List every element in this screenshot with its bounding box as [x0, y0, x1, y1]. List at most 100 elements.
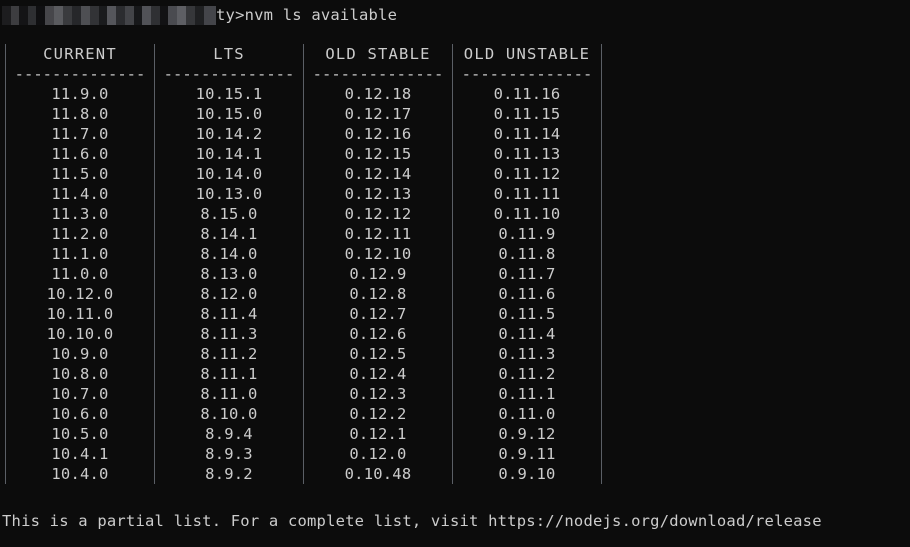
table-row: 10.5.0 8.9.4 0.12.1 0.9.12 [0, 424, 910, 444]
command-prompt-line: ty>nvm ls available [2, 5, 397, 25]
cell-current: 10.10.0 [46, 325, 114, 343]
cell-old-stable: 0.12.7 [349, 305, 407, 323]
cell-lts: 8.9.4 [205, 425, 253, 443]
cell-old-stable: 0.12.13 [344, 185, 412, 203]
cell-lts: 8.11.2 [200, 345, 258, 363]
cell-old-unstable: 0.9.10 [498, 465, 556, 483]
table-row: 11.1.0 8.14.0 0.12.10 0.11.8 [0, 244, 910, 264]
cell-lts: 8.13.0 [200, 265, 258, 283]
table-divider-row: -------------- -------------- ----------… [0, 64, 910, 84]
column-header-old-unstable: OLD UNSTABLE [463, 45, 591, 63]
cell-lts: 10.13.0 [195, 185, 263, 203]
table-row: 11.2.0 8.14.1 0.12.11 0.11.9 [0, 224, 910, 244]
cell-lts: 8.14.0 [200, 245, 258, 263]
cell-current: 10.8.0 [51, 365, 109, 383]
table-border-right [601, 204, 602, 224]
table-border-right [601, 444, 602, 464]
divider-current: -------------- [14, 65, 146, 83]
cell-old-stable: 0.12.2 [349, 405, 407, 423]
table-row: 10.7.0 8.11.0 0.12.3 0.11.1 [0, 384, 910, 404]
cell-old-unstable: 0.9.11 [498, 445, 556, 463]
table-border-right [601, 284, 602, 304]
cell-current: 11.4.0 [51, 185, 109, 203]
cell-old-stable: 0.12.14 [344, 165, 412, 183]
cell-current: 11.3.0 [51, 205, 109, 223]
table-border-right [601, 364, 602, 384]
cell-old-stable: 0.12.10 [344, 245, 412, 263]
table-row: 10.11.0 8.11.4 0.12.7 0.11.5 [0, 304, 910, 324]
table-row: 10.4.1 8.9.3 0.12.0 0.9.11 [0, 444, 910, 464]
cell-old-unstable: 0.11.3 [498, 345, 556, 363]
table-border-right [601, 104, 602, 124]
cell-current: 10.4.1 [51, 445, 109, 463]
cell-old-unstable: 0.11.2 [498, 365, 556, 383]
cell-lts: 8.14.1 [200, 225, 258, 243]
cell-lts: 8.12.0 [200, 285, 258, 303]
cell-lts: 8.11.0 [200, 385, 258, 403]
cell-lts: 10.15.1 [195, 85, 263, 103]
table-body: 11.9.0 10.15.1 0.12.18 0.11.16 11.8.0 10.15.0… [0, 84, 910, 484]
terminal-window[interactable]: ty>nvm ls available CURRENT LTS OLD STAB… [0, 0, 910, 547]
cell-old-unstable: 0.11.10 [493, 205, 561, 223]
cell-current: 10.6.0 [51, 405, 109, 423]
table-row: 11.4.0 10.13.0 0.12.13 0.11.11 [0, 184, 910, 204]
cell-current: 11.9.0 [51, 85, 109, 103]
table-border-right [601, 404, 602, 424]
footer-note: This is a partial list. For a complete l… [2, 512, 822, 530]
table-border-right [601, 64, 602, 84]
cell-lts: 10.15.0 [195, 105, 263, 123]
cell-old-stable: 0.12.17 [344, 105, 412, 123]
cell-old-stable: 0.12.12 [344, 205, 412, 223]
prompt-command-text: ty>nvm ls available [216, 6, 398, 24]
table-border-right [601, 44, 602, 64]
cell-old-unstable: 0.11.13 [493, 145, 561, 163]
cell-current: 11.6.0 [51, 145, 109, 163]
table-row: 10.10.0 8.11.3 0.12.6 0.11.4 [0, 324, 910, 344]
cell-current: 11.7.0 [51, 125, 109, 143]
cell-old-stable: 0.12.8 [349, 285, 407, 303]
table-border-right [601, 244, 602, 264]
cell-current: 10.4.0 [51, 465, 109, 483]
table-row: 11.6.0 10.14.1 0.12.15 0.11.13 [0, 144, 910, 164]
cell-old-unstable: 0.11.11 [493, 185, 561, 203]
cell-old-unstable: 0.11.1 [498, 385, 556, 403]
table-row: 10.6.0 8.10.0 0.12.2 0.11.0 [0, 404, 910, 424]
cell-old-stable: 0.12.11 [344, 225, 412, 243]
cell-current: 10.7.0 [51, 385, 109, 403]
cell-old-stable: 0.12.6 [349, 325, 407, 343]
cell-old-stable: 0.12.4 [349, 365, 407, 383]
cell-lts: 8.11.1 [200, 365, 258, 383]
table-row: 11.0.0 8.13.0 0.12.9 0.11.7 [0, 264, 910, 284]
cell-old-unstable: 0.11.8 [498, 245, 556, 263]
column-header-lts: LTS [213, 45, 245, 63]
cell-current: 10.5.0 [51, 425, 109, 443]
column-header-old-stable: OLD STABLE [325, 45, 431, 63]
cell-lts: 8.15.0 [200, 205, 258, 223]
table-border-right [601, 84, 602, 104]
table-border-right [601, 124, 602, 144]
table-border-right [601, 184, 602, 204]
cell-current: 10.9.0 [51, 345, 109, 363]
cell-old-stable: 0.12.3 [349, 385, 407, 403]
cell-old-unstable: 0.11.15 [493, 105, 561, 123]
cell-current: 11.5.0 [51, 165, 109, 183]
cell-current: 11.0.0 [51, 265, 109, 283]
table-row: 10.4.0 8.9.2 0.10.48 0.9.10 [0, 464, 910, 484]
table-row: 10.9.0 8.11.2 0.12.5 0.11.3 [0, 344, 910, 364]
cell-lts: 8.10.0 [200, 405, 258, 423]
cell-old-unstable: 0.11.4 [498, 325, 556, 343]
table-row: 11.7.0 10.14.2 0.12.16 0.11.14 [0, 124, 910, 144]
divider-old-stable: -------------- [312, 65, 444, 83]
table-border-right [601, 424, 602, 444]
cell-old-stable: 0.12.18 [344, 85, 412, 103]
table-row: 11.9.0 10.15.1 0.12.18 0.11.16 [0, 84, 910, 104]
cell-lts: 10.14.2 [195, 125, 263, 143]
cell-old-unstable: 0.11.7 [498, 265, 556, 283]
table-row: 10.12.0 8.12.0 0.12.8 0.11.6 [0, 284, 910, 304]
table-border-right [601, 224, 602, 244]
table-border-right [601, 144, 602, 164]
cell-old-unstable: 0.9.12 [498, 425, 556, 443]
cell-current: 10.12.0 [46, 285, 114, 303]
cell-lts: 8.11.3 [200, 325, 258, 343]
table-border-right [601, 464, 602, 484]
